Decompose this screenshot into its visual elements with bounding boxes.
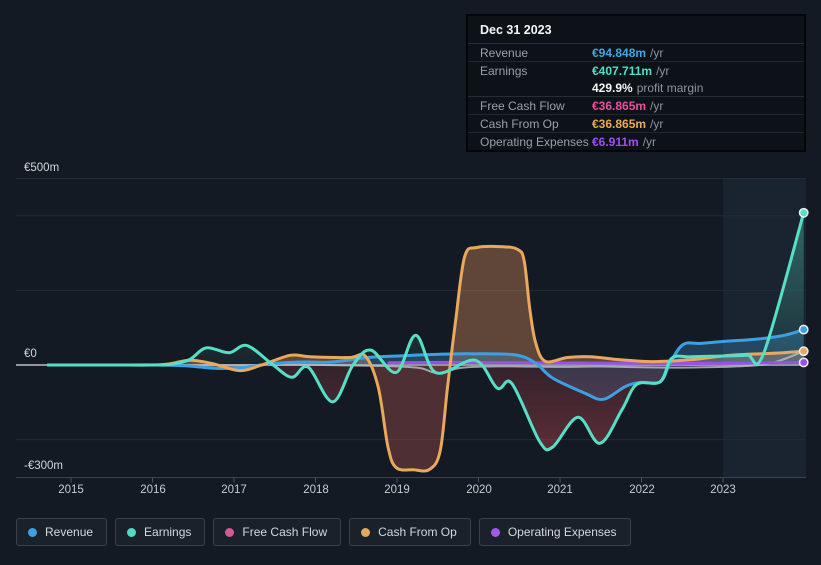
tooltip-label-cfo: Cash From Op xyxy=(480,116,559,131)
tooltip-value-opex: €6.911m xyxy=(592,134,639,149)
tooltip-label-earnings: Earnings xyxy=(480,63,528,78)
legend-label: Operating Expenses xyxy=(507,525,617,539)
chart-tooltip: Dec 31 2023 Revenue €94.848m /yr Earning… xyxy=(466,14,806,152)
legend-label: Revenue xyxy=(45,525,94,539)
tooltip-row-margin: 429.9% profit margin xyxy=(468,79,804,97)
chart-page: €500m €0 -€300m 2015 2016 2017 2018 2019 2020 20… xyxy=(0,0,821,560)
x-axis-label-2021: 2021 xyxy=(547,484,573,496)
tooltip-value-cfo: €36.865m xyxy=(592,116,647,131)
chart-legend: Revenue Earnings Free Cash Flow Cash From O… xyxy=(16,518,631,546)
tooltip-row-fcf: Free Cash Flow €36.865m /yr xyxy=(468,97,804,115)
legend-item-operating-expenses[interactable]: Operating Expenses xyxy=(478,518,631,546)
x-axis-label-2018: 2018 xyxy=(303,484,329,496)
legend-item-cash-from-op[interactable]: Cash From Op xyxy=(349,518,471,546)
tooltip-row-earnings: Earnings €407.711m /yr xyxy=(468,62,804,79)
x-axis-label-2017: 2017 xyxy=(221,484,247,496)
tooltip-suffix-margin: profit margin xyxy=(636,80,704,95)
legend-dot-icon xyxy=(225,527,235,537)
tooltip-value-fcf: €36.865m xyxy=(592,98,647,113)
tooltip-label-revenue: Revenue xyxy=(480,45,529,60)
tooltip-row-opex: Operating Expenses €6.911m /yr xyxy=(468,133,804,150)
legend-dot-icon xyxy=(361,527,371,537)
legend-item-free-cash-flow[interactable]: Free Cash Flow xyxy=(213,518,342,546)
y-axis-label: -€300m xyxy=(24,460,63,472)
legend-item-earnings[interactable]: Earnings xyxy=(115,518,206,546)
x-axis-label-2019: 2019 xyxy=(384,484,410,496)
legend-dot-icon xyxy=(490,527,500,537)
tooltip-suffix-earnings: /yr xyxy=(656,63,670,78)
tooltip-value-revenue: €94.848m xyxy=(592,45,647,60)
tooltip-row-cfo: Cash From Op €36.865m /yr xyxy=(468,115,804,133)
legend-label: Cash From Op xyxy=(378,525,457,539)
tooltip-row-revenue: Revenue €94.848m /yr xyxy=(468,44,804,62)
x-axis-label-2023: 2023 xyxy=(710,484,736,496)
y-axis-label: €0 xyxy=(24,348,37,360)
x-axis-label-2016: 2016 xyxy=(140,484,166,496)
tooltip-date: Dec 31 2023 xyxy=(468,16,804,44)
tooltip-value-margin: 429.9% xyxy=(592,80,633,95)
tooltip-suffix-revenue: /yr xyxy=(650,45,664,60)
y-axis-label: €500m xyxy=(24,162,60,174)
tooltip-label-fcf: Free Cash Flow xyxy=(480,98,565,113)
legend-label: Free Cash Flow xyxy=(242,525,328,539)
x-axis-label-2022: 2022 xyxy=(629,484,655,496)
tooltip-suffix-fcf: /yr xyxy=(650,98,664,113)
x-axis-label-2020: 2020 xyxy=(466,484,492,496)
tooltip-suffix-cfo: /yr xyxy=(650,116,664,131)
legend-dot-icon xyxy=(127,527,137,537)
legend-label: Earnings xyxy=(144,525,192,539)
legend-item-revenue[interactable]: Revenue xyxy=(16,518,108,546)
tooltip-value-earnings: €407.711m xyxy=(592,63,653,78)
tooltip-label-opex: Operating Expenses xyxy=(480,134,589,149)
x-axis-label-2015: 2015 xyxy=(58,484,84,496)
legend-dot-icon xyxy=(28,527,37,537)
tooltip-suffix-opex: /yr xyxy=(642,134,657,149)
